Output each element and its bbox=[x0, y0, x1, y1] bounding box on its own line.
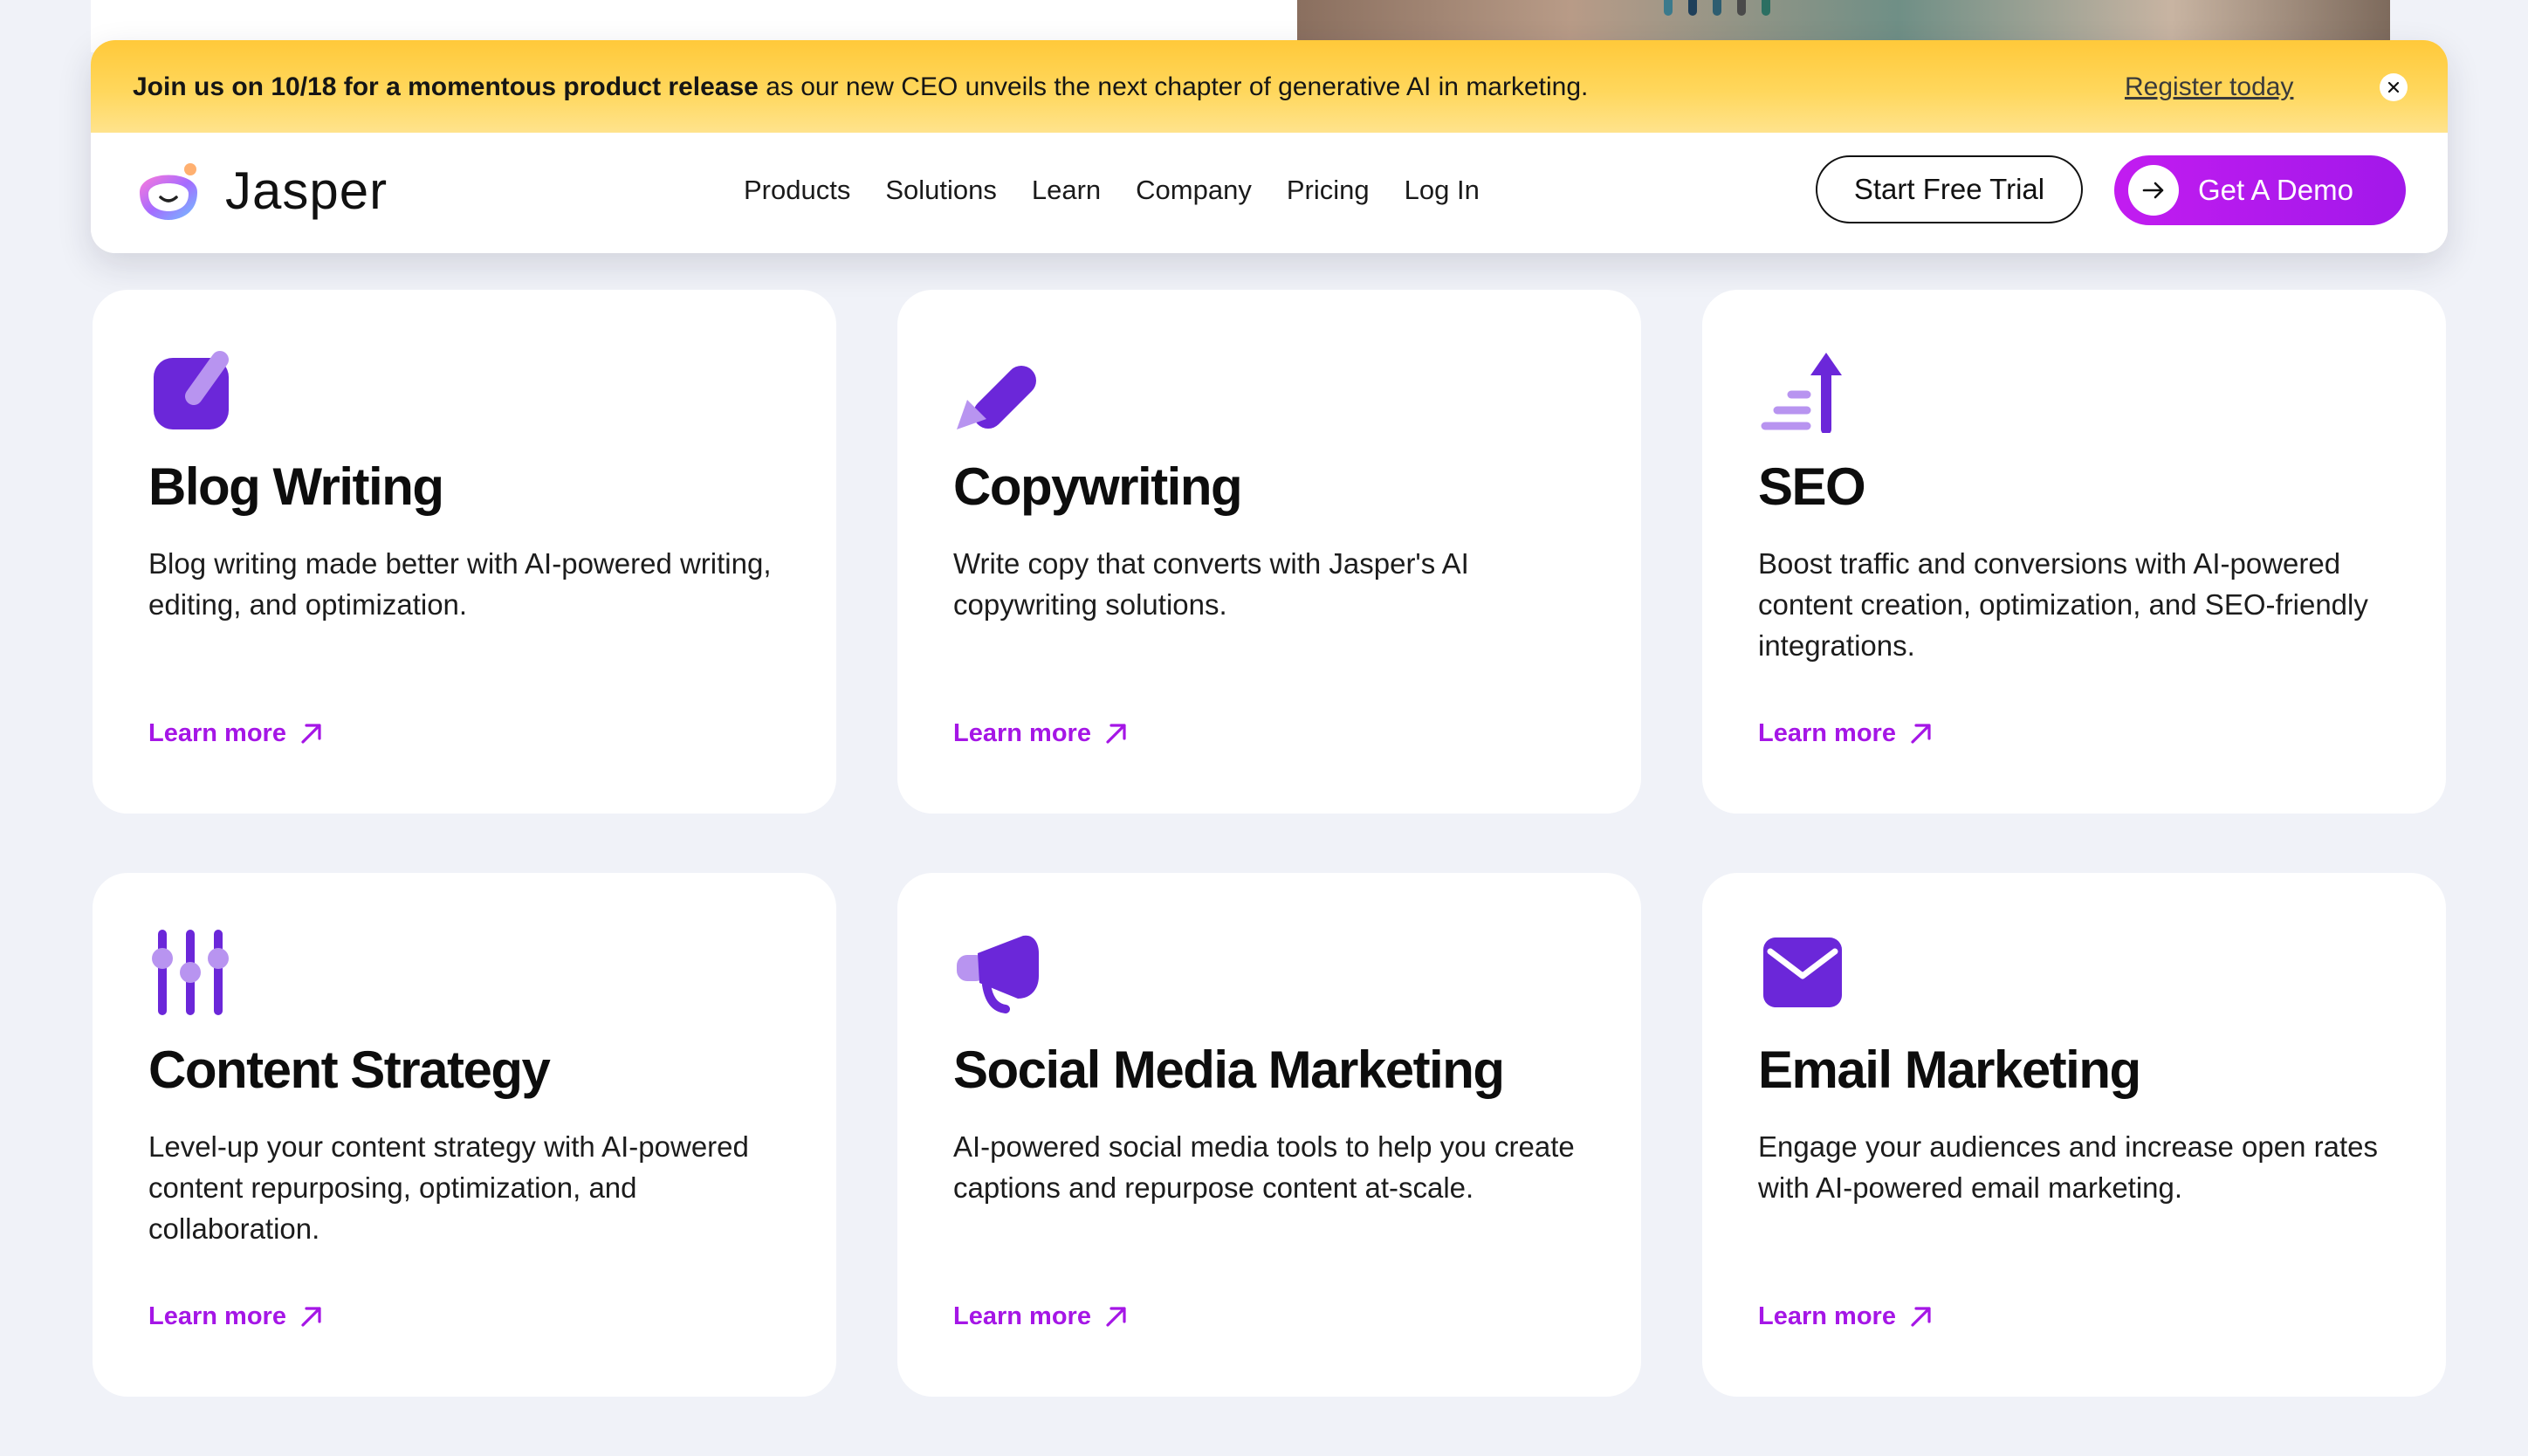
learn-more-label: Learn more bbox=[1758, 1302, 1896, 1330]
card-description: Blog writing made better with AI-powered… bbox=[148, 547, 772, 621]
arrow-right-icon bbox=[2142, 182, 2164, 199]
learn-more-label: Learn more bbox=[953, 719, 1091, 747]
card-content-strategy: Content Strategy Level-up your content s… bbox=[93, 873, 836, 1397]
blog-writing-icon bbox=[154, 351, 229, 429]
learn-more-link[interactable]: Learn more bbox=[953, 716, 1130, 751]
card-description: Level-up your content strategy with AI-p… bbox=[148, 1130, 749, 1245]
logo-text: Jasper bbox=[225, 161, 388, 220]
get-a-demo-button[interactable]: Get A Demo bbox=[2114, 155, 2406, 225]
card-email-marketing: Email Marketing Engage your audiences an… bbox=[1702, 873, 2446, 1397]
nav-solutions[interactable]: Solutions bbox=[885, 173, 997, 208]
learn-more-link[interactable]: Learn more bbox=[148, 1299, 325, 1334]
banner-rest-text: as our new CEO unveils the next chapter … bbox=[758, 72, 1589, 101]
nav-company[interactable]: Company bbox=[1136, 173, 1252, 208]
nav-learn[interactable]: Learn bbox=[1032, 173, 1101, 208]
card-title: Blog Writing bbox=[148, 457, 444, 516]
jasper-logo-icon bbox=[140, 163, 197, 220]
learn-more-label: Learn more bbox=[148, 1302, 286, 1330]
card-title: Social Media Marketing bbox=[953, 1040, 1505, 1099]
card-description: Boost traffic and conversions with AI-po… bbox=[1758, 547, 2368, 662]
seo-arrow-up-icon bbox=[1761, 353, 1842, 433]
nav-products[interactable]: Products bbox=[744, 173, 850, 208]
register-today-link[interactable]: Register today bbox=[2125, 72, 2293, 103]
card-description: Engage your audiences and increase open … bbox=[1758, 1130, 2378, 1204]
learn-more-label: Learn more bbox=[1758, 719, 1896, 747]
main-nav: Products Solutions Learn Company Pricing… bbox=[744, 173, 1480, 208]
announcement-banner: Join us on 10/18 for a momentous product… bbox=[91, 40, 2448, 133]
photo-detail bbox=[1713, 0, 1721, 16]
card-title: Copywriting bbox=[953, 457, 1243, 516]
demo-arrow-circle bbox=[2128, 165, 2179, 216]
arrow-up-right-icon bbox=[1106, 1307, 1126, 1327]
learn-more-link[interactable]: Learn more bbox=[1758, 716, 1934, 751]
envelope-icon bbox=[1763, 937, 1842, 1007]
banner-message: Join us on 10/18 for a momentous product… bbox=[133, 72, 1588, 103]
card-description: AI-powered social media tools to help yo… bbox=[953, 1130, 1575, 1204]
banner-bold-text: Join us on 10/18 for a momentous product… bbox=[133, 72, 759, 101]
learn-more-link[interactable]: Learn more bbox=[953, 1299, 1130, 1334]
arrow-up-right-icon bbox=[301, 1307, 321, 1327]
banner-close-button[interactable] bbox=[2380, 73, 2408, 101]
photo-detail bbox=[1737, 0, 1746, 16]
navbar: Jasper Products Solutions Learn Company … bbox=[91, 133, 2448, 253]
megaphone-icon bbox=[957, 935, 1039, 1013]
start-free-trial-button[interactable]: Start Free Trial bbox=[1816, 155, 2083, 223]
card-description: Write copy that converts with Jasper's A… bbox=[953, 547, 1469, 621]
jasper-logo[interactable]: Jasper bbox=[131, 157, 388, 225]
card-title: Email Marketing bbox=[1758, 1040, 2141, 1099]
card-copywriting: Copywriting Write copy that converts wit… bbox=[897, 290, 1641, 814]
card-social-media-marketing: Social Media Marketing AI-powered social… bbox=[897, 873, 1641, 1397]
arrow-up-right-icon bbox=[1911, 724, 1931, 744]
arrow-up-right-icon bbox=[1106, 724, 1126, 744]
card-blog-writing: Blog Writing Blog writing made better wi… bbox=[93, 290, 836, 814]
learn-more-label: Learn more bbox=[148, 719, 286, 747]
site-header: Join us on 10/18 for a momentous product… bbox=[91, 40, 2448, 253]
learn-more-link[interactable]: Learn more bbox=[148, 716, 325, 751]
card-seo: SEO Boost traffic and conversions with A… bbox=[1702, 290, 2446, 814]
learn-more-label: Learn more bbox=[953, 1302, 1091, 1330]
pencil-icon bbox=[957, 366, 1036, 429]
card-title: Content Strategy bbox=[148, 1040, 551, 1099]
sliders-icon bbox=[152, 930, 229, 1015]
learn-more-link[interactable]: Learn more bbox=[1758, 1299, 1934, 1334]
nav-login[interactable]: Log In bbox=[1405, 173, 1480, 208]
photo-detail bbox=[1762, 0, 1770, 16]
photo-detail bbox=[1688, 0, 1697, 16]
arrow-up-right-icon bbox=[301, 724, 321, 744]
demo-label: Get A Demo bbox=[2198, 174, 2353, 206]
arrow-up-right-icon bbox=[1911, 1307, 1931, 1327]
close-icon bbox=[2387, 81, 2400, 93]
nav-pricing[interactable]: Pricing bbox=[1287, 173, 1370, 208]
card-title: SEO bbox=[1758, 457, 1866, 516]
photo-detail bbox=[1664, 0, 1673, 16]
